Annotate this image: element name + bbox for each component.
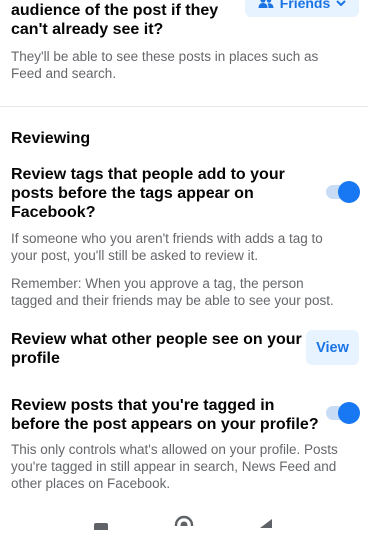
audience-title-line2: can't already see it? (11, 21, 164, 38)
audience-title-line1: audience of the post if they (11, 2, 219, 19)
review-posts-desc-line3: other places on Facebook. (11, 476, 171, 491)
review-posts-title-line1: Review posts that you're tagged in (11, 397, 275, 414)
review-posts-desc-line1: This only controls what's allowed on you… (11, 442, 338, 457)
back-icon[interactable] (258, 515, 274, 533)
review-tags-desc1-line2: your post, you'll still be asked to revi… (11, 248, 259, 263)
review-tags-title-line2: posts before the tags appear on (11, 185, 254, 202)
review-tags-desc2-line1: Remember: When you approve a tag, the pe… (11, 276, 304, 291)
review-tags-desc2-line2: tagged and their friends may be able to … (11, 293, 334, 308)
friends-icon (258, 0, 274, 9)
review-tags-toggle[interactable] (326, 181, 360, 203)
toggle-knob (338, 181, 360, 203)
review-profile-title-line1: Review what other people see on your (11, 331, 302, 348)
review-posts-desc-line2: you're tagged in still appear in search,… (11, 459, 337, 474)
home-icon[interactable] (174, 513, 194, 535)
review-posts-title-line2: before the post appears on your profile? (11, 416, 319, 433)
audience-friends-button[interactable]: Friends (245, 0, 359, 17)
reviewing-heading: Reviewing (11, 130, 91, 147)
audience-description-line2: Feed and search. (11, 66, 117, 81)
review-tags-title-line1: Review tags that people add to your (11, 166, 285, 183)
review-posts-toggle[interactable] (326, 402, 360, 424)
review-profile-title-line2: profile (11, 350, 60, 367)
audience-description-line1: They'll be able to see these posts in pl… (11, 49, 319, 64)
toggle-knob (338, 402, 360, 424)
audience-button-label: Friends (279, 0, 331, 11)
review-tags-title-line3: Facebook? (11, 204, 96, 221)
section-divider (0, 106, 368, 107)
review-tags-desc1-line1: If someone who you aren't friends with a… (11, 231, 323, 246)
view-profile-button[interactable]: View (306, 330, 359, 365)
chevron-down-icon (336, 0, 346, 6)
recent-apps-icon[interactable] (93, 517, 109, 535)
